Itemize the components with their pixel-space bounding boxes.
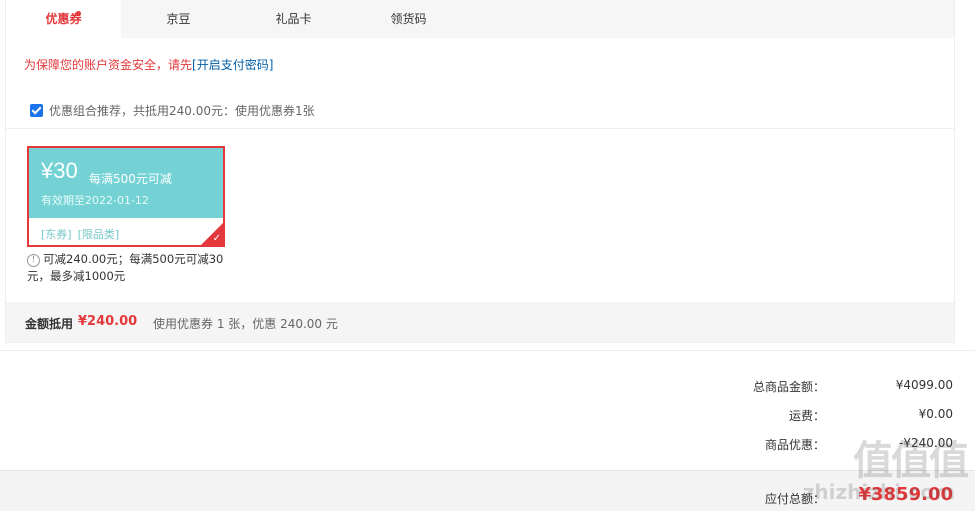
summary-description: 使用优惠券 1 张，优惠 240.00 元 [153,317,338,331]
coupon-tag: [东券] [41,228,72,241]
combo-recommendation[interactable]: 优惠组合推荐，共抵用240.00元：使用优惠券1张 [30,102,315,119]
divider [6,128,954,129]
check-icon: ✓ [212,233,221,244]
coupon-tag: [限品类] [77,228,120,241]
coupon-condition: 每满500元可减 [89,172,172,186]
combo-checkbox[interactable] [30,104,43,117]
payment-discount-panel: 优惠券 京豆 礼品卡 领货码 为保障您的账户资金安全，请先[开启支付密码] 优惠… [5,0,955,343]
discount-tabs: 优惠券 京豆 礼品卡 领货码 [6,0,954,38]
security-warning: 为保障您的账户资金安全，请先[开启支付密码] [24,56,273,73]
goods-discount-label: 商品优惠： [764,438,825,452]
info-icon: ! [27,254,40,267]
tab-label: 京豆 [166,12,191,26]
coupon-tags: [东券] [限品类] [41,226,125,242]
enable-pay-password-link[interactable]: [开启支付密码] [192,58,273,72]
coupon-card[interactable]: ¥30 每满500元可减 有效期至2022-01-12 [东券] [限品类] ✓ [27,146,225,247]
summary-label: 金额抵用 [25,317,74,331]
summary-value: ¥240.00 [78,314,138,329]
discount-summary: 金额抵用 ¥240.00 使用优惠券 1 张，优惠 240.00 元 [6,302,954,342]
tab-label: 礼品卡 [275,12,312,26]
coupon-header: ¥30 每满500元可减 有效期至2022-01-12 [29,148,223,218]
freight-value: ¥0.00 [918,407,953,421]
security-warning-text: 为保障您的账户资金安全，请先 [24,58,193,72]
freight-label: 运费： [788,409,825,423]
totals-divider [0,350,975,351]
watermark-logo: 值值值 [853,438,969,484]
tab-jingdou[interactable]: 京豆 [121,0,236,38]
goods-total-label: 总商品金额： [752,380,825,394]
coupon-expiry: 有效期至2022-01-12 [41,194,149,207]
tab-pickup-code[interactable]: 领货码 [351,0,466,38]
coupon-note-text: 可减240.00元；每满500元可减30元，最多减1000元 [27,252,224,283]
tab-label: 领货码 [390,12,427,26]
coupon-note: ! 可减240.00元；每满500元可减30元，最多减1000元 [27,251,237,285]
tab-gift-card[interactable]: 礼品卡 [236,0,351,38]
combo-text: 优惠组合推荐，共抵用240.00元：使用优惠券1张 [49,104,315,118]
coupon-amount: ¥30 [41,158,78,183]
goods-total-value: ¥4099.00 [895,378,953,392]
tab-coupons[interactable]: 优惠券 [6,0,121,38]
watermark-url: zhizhizhi.com [802,480,955,504]
notification-dot-icon [76,11,81,16]
